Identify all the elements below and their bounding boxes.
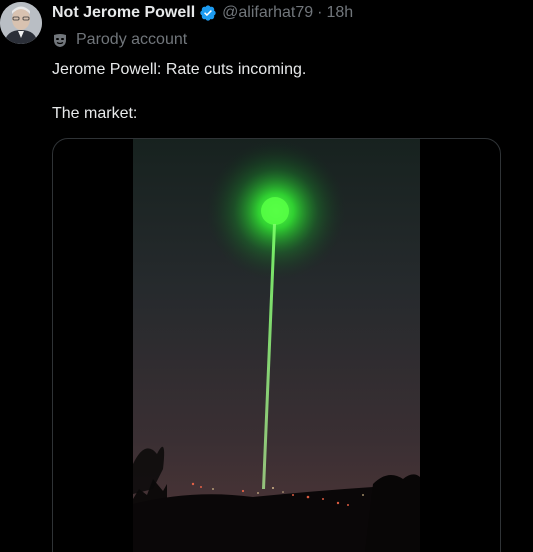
parody-label: Parody account	[52, 30, 187, 50]
verified-badge-icon[interactable]	[199, 4, 217, 22]
post-header: Not Jerome Powell @alifarhat79 · 18h	[52, 3, 353, 23]
parody-mask-icon	[52, 32, 68, 48]
author-handle[interactable]: @alifarhat79	[222, 3, 313, 23]
separator-dot: ·	[317, 4, 323, 21]
post-timestamp[interactable]: 18h	[326, 3, 353, 23]
author-display-name[interactable]: Not Jerome Powell	[52, 3, 195, 23]
laser-video-frame	[133, 139, 420, 552]
avatar-image	[0, 2, 42, 44]
video-player[interactable]	[133, 139, 420, 552]
tweet-line-2: The market:	[52, 105, 138, 122]
tweet-post: Not Jerome Powell @alifarhat79 · 18h Par…	[0, 0, 533, 552]
author-avatar[interactable]	[0, 2, 42, 44]
parody-label-text: Parody account	[76, 31, 188, 48]
tweet-line-1: Jerome Powell: Rate cuts incoming.	[52, 61, 307, 78]
tweet-body: Jerome Powell: Rate cuts incoming. The m…	[52, 59, 512, 125]
media-container[interactable]	[52, 138, 501, 552]
